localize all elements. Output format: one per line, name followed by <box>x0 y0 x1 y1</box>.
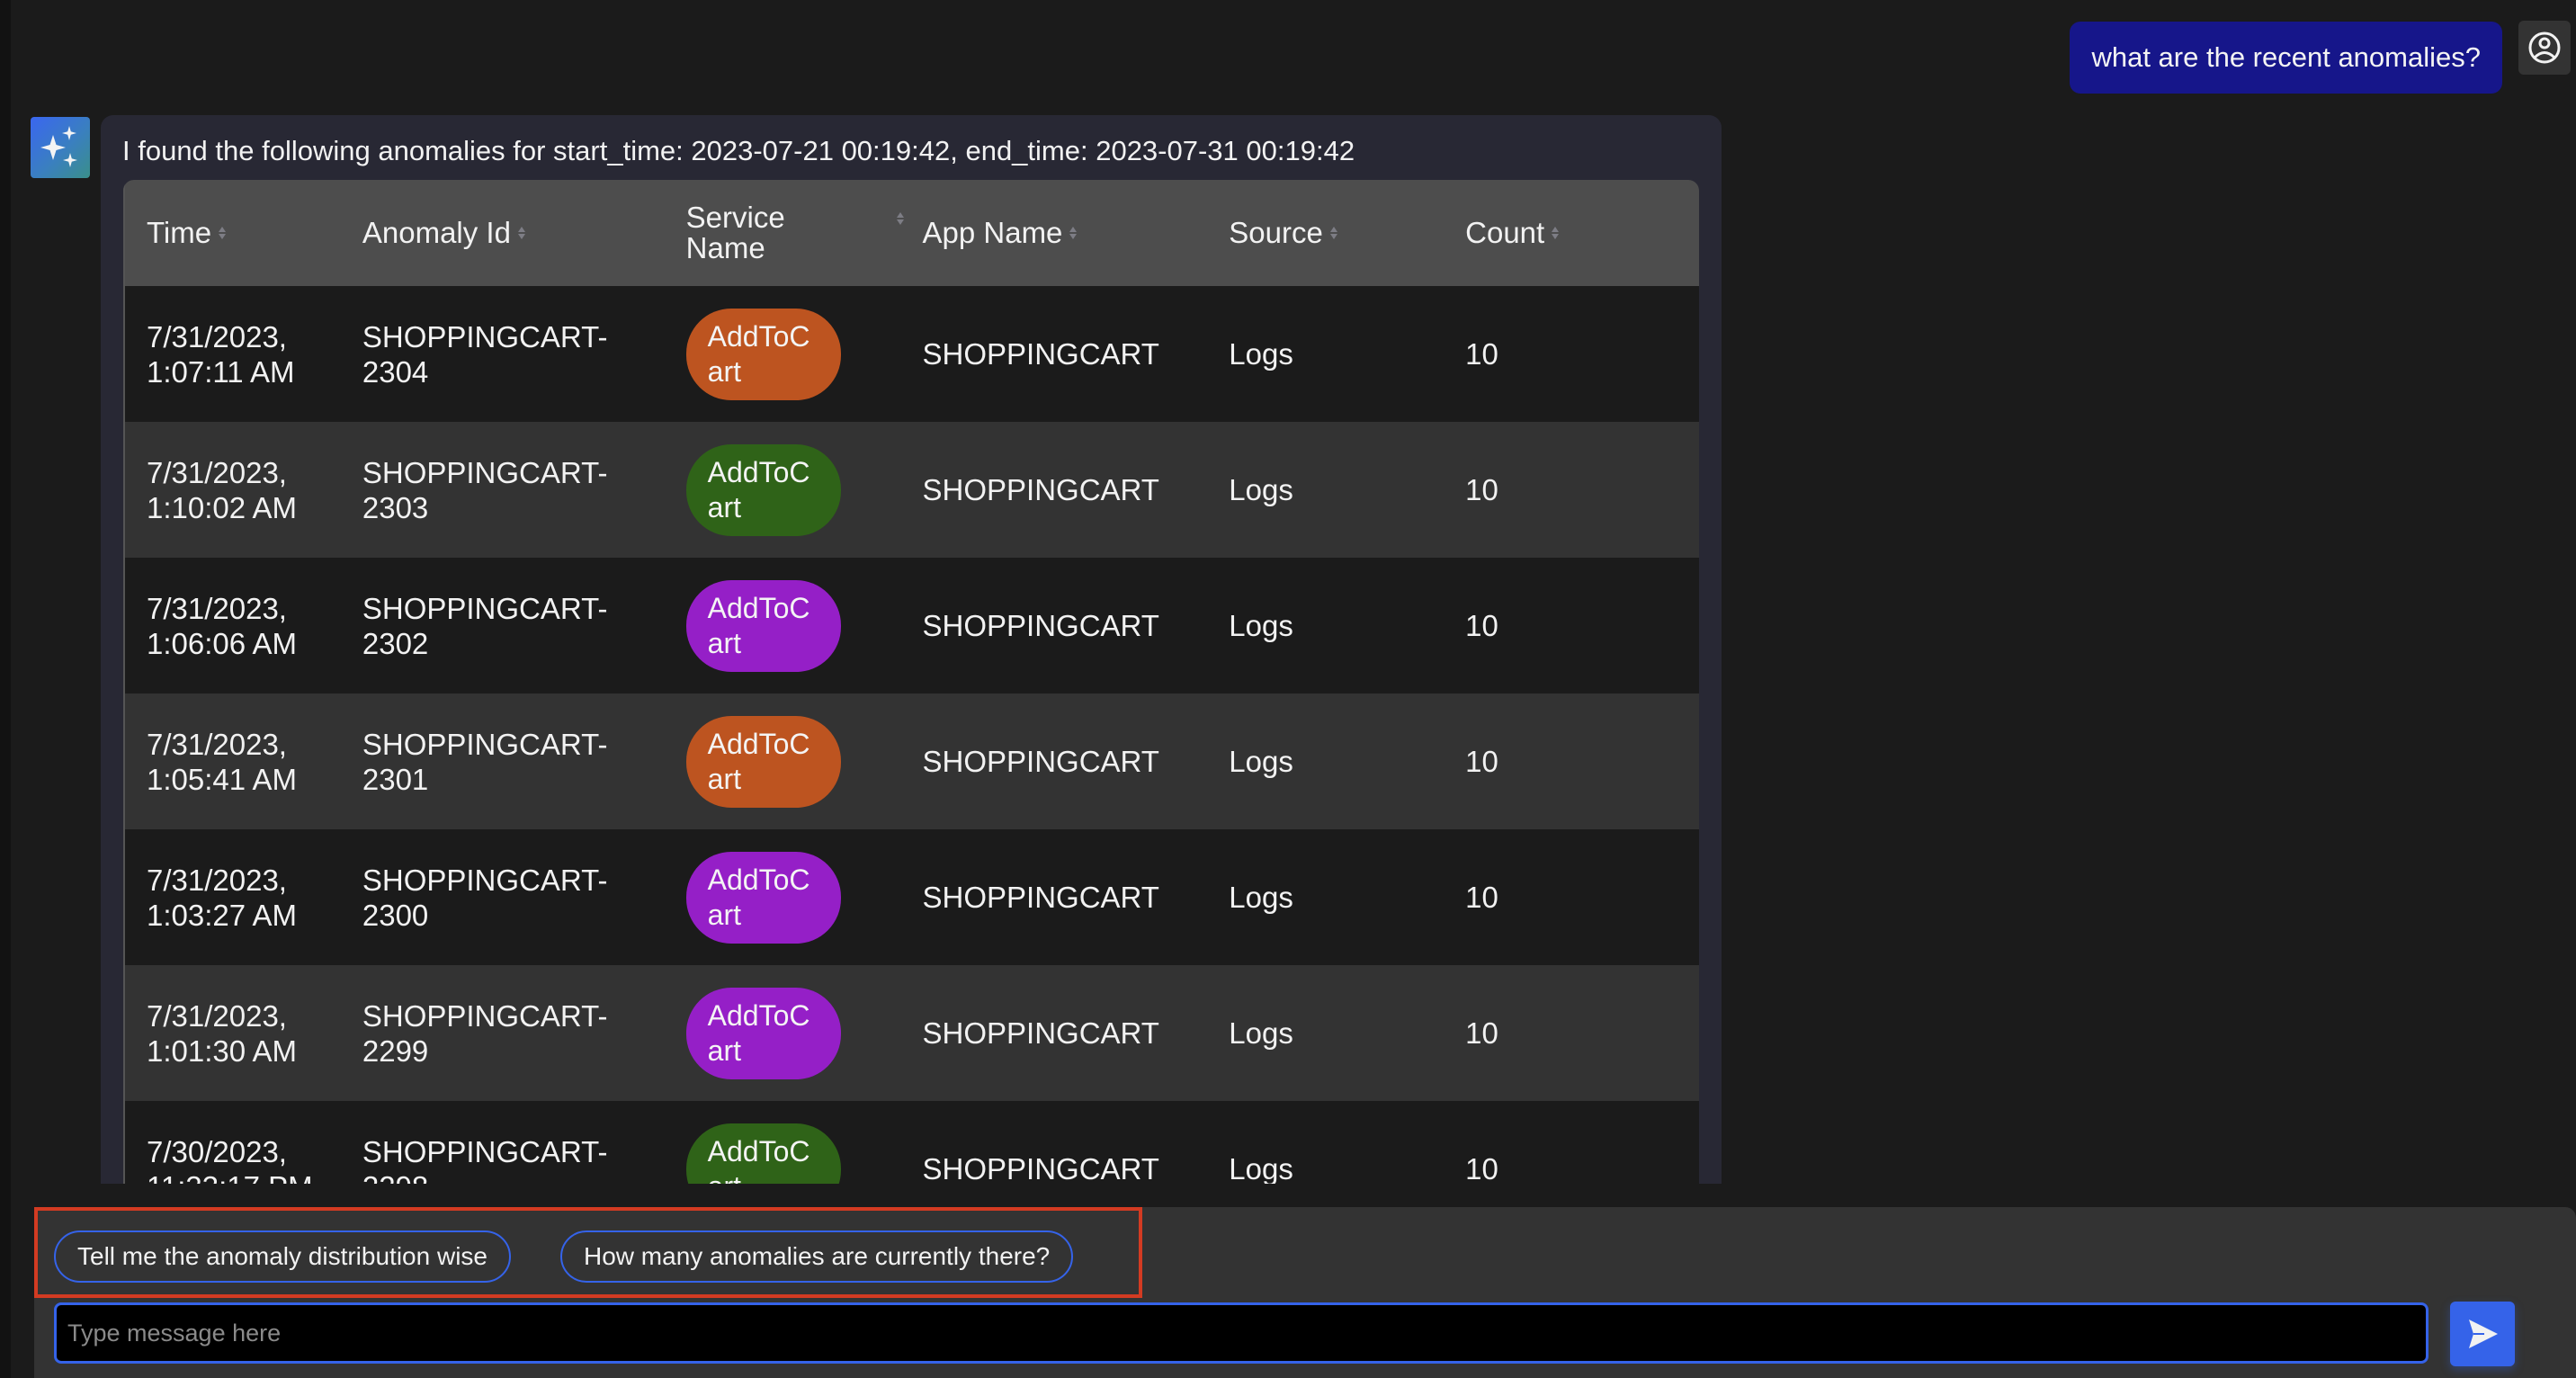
cell-anomaly-id: SHOPPINGCART- 2302 <box>362 591 608 660</box>
table-body: 7/31/2023, 1:07:11 AM SHOPPINGCART- 2304 Add… <box>123 286 1699 1184</box>
cell-count: 10 <box>1465 473 1498 506</box>
service-name-badge: AddToCart <box>685 987 841 1079</box>
sparkles-icon <box>40 126 77 167</box>
cell-app-name: SHOPPINGCART <box>922 745 1159 778</box>
cell-anomaly-id: SHOPPINGCART-2298 <box>362 1134 608 1185</box>
cell-time: 7/31/2023, 1:06:06 AM <box>147 591 297 660</box>
cell-service-name: AddToCart <box>685 579 923 672</box>
column-header-service-name[interactable]: Service Name <box>686 180 923 286</box>
cell-time: 7/31/2023, 1:10:02 AM <box>147 455 297 524</box>
cell-time: 7/30/2023,11:33:17 PM <box>147 1134 313 1185</box>
suggestion-chip[interactable]: Tell me the anomaly distribution wise <box>54 1230 511 1283</box>
cell-anomaly-id: SHOPPINGCART- 2303 <box>362 455 608 524</box>
assistant-message-bubble: I found the following anomalies for star… <box>101 115 1722 1184</box>
cell-count: 10 <box>1465 609 1498 642</box>
left-edge-strip <box>0 0 11 1378</box>
table-header: Time Anomaly Id Service Name App Name So… <box>123 180 1699 286</box>
service-name-badge: AddToCart <box>685 715 841 808</box>
cell-service-name: AddToCart <box>685 987 923 1079</box>
cell-source: Logs <box>1229 1016 1293 1050</box>
suggestion-chip[interactable]: How many anomalies are currently there? <box>560 1230 1074 1283</box>
service-name-badge: AddToCart <box>685 308 841 400</box>
cell-count: 10 <box>1465 881 1498 914</box>
cell-source: Logs <box>1229 337 1293 371</box>
assistant-avatar <box>31 117 90 178</box>
assistant-message-text: I found the following anomalies for star… <box>122 135 1355 166</box>
cell-app-name: SHOPPINGCART <box>922 337 1159 371</box>
cell-source: Logs <box>1229 1152 1293 1184</box>
cell-time: 7/31/2023, 1:01:30 AM <box>147 998 297 1068</box>
suggestions-highlight: Tell me the anomaly distribution wise Ho… <box>34 1207 1142 1298</box>
table-row[interactable]: 7/31/2023, 1:06:06 AM SHOPPINGCART- 2302 Add… <box>123 558 1699 693</box>
send-icon <box>2469 1320 2498 1348</box>
cell-app-name: SHOPPINGCART <box>922 473 1159 506</box>
cell-time: 7/31/2023, 1:07:11 AM <box>147 319 295 389</box>
column-header-count[interactable]: Count <box>1465 180 1699 286</box>
user-avatar-button[interactable] <box>2518 21 2571 75</box>
cell-source: Logs <box>1229 881 1293 914</box>
cell-count: 10 <box>1465 1016 1498 1050</box>
column-header-anomaly-id[interactable]: Anomaly Id <box>362 180 686 286</box>
sort-icon[interactable] <box>517 227 525 239</box>
composer-panel: Tell me the anomaly distribution wise Ho… <box>34 1207 2576 1378</box>
service-name-badge: AddToCart <box>685 579 841 672</box>
cell-app-name: SHOPPINGCART <box>922 1016 1159 1050</box>
service-name-badge: AddToCart <box>685 1123 841 1184</box>
column-header-app-name[interactable]: App Name <box>923 180 1230 286</box>
user-circle-icon <box>2528 31 2561 64</box>
sort-icon[interactable] <box>1329 227 1337 239</box>
anomalies-table: Time Anomaly Id Service Name App Name So… <box>123 180 1699 1184</box>
sort-icon[interactable] <box>896 212 904 225</box>
cell-anomaly-id: SHOPPINGCART- 2304 <box>362 319 608 389</box>
message-input[interactable] <box>54 1302 2428 1364</box>
table-row[interactable]: 7/31/2023, 1:07:11 AM SHOPPINGCART- 2304 Add… <box>123 286 1699 422</box>
sort-icon[interactable] <box>219 227 227 239</box>
cell-count: 10 <box>1465 745 1498 778</box>
cell-source: Logs <box>1229 473 1293 506</box>
cell-source: Logs <box>1229 609 1293 642</box>
table-row[interactable]: 7/31/2023, 1:10:02 AM SHOPPINGCART- 2303 Add… <box>123 422 1699 558</box>
column-header-time[interactable]: Time <box>125 180 362 286</box>
send-button[interactable] <box>2450 1302 2515 1366</box>
table-row[interactable]: 7/31/2023, 1:03:27 AM SHOPPINGCART- 2300 Add… <box>123 829 1699 965</box>
cell-service-name: AddToCart <box>685 308 923 400</box>
cell-app-name: SHOPPINGCART <box>922 1152 1159 1184</box>
user-message-bubble: what are the recent anomalies? <box>2070 22 2502 94</box>
cell-service-name: AddToCart <box>685 1123 923 1184</box>
sort-icon[interactable] <box>1552 227 1560 239</box>
cell-count: 10 <box>1465 1152 1498 1184</box>
cell-count: 10 <box>1465 337 1498 371</box>
cell-app-name: SHOPPINGCART <box>922 609 1159 642</box>
service-name-badge: AddToCart <box>685 443 841 536</box>
service-name-badge: AddToCart <box>685 851 841 944</box>
user-message-text: what are the recent anomalies? <box>2091 41 2481 73</box>
table-row[interactable]: 7/31/2023, 1:05:41 AM SHOPPINGCART- 2301 Add… <box>123 693 1699 829</box>
cell-source: Logs <box>1229 745 1293 778</box>
cell-anomaly-id: SHOPPINGCART- 2301 <box>362 727 608 796</box>
table-row[interactable]: 7/31/2023, 1:01:30 AM SHOPPINGCART- 2299 Add… <box>123 965 1699 1101</box>
cell-app-name: SHOPPINGCART <box>922 881 1159 914</box>
cell-time: 7/31/2023, 1:03:27 AM <box>147 863 297 932</box>
table-row[interactable]: 7/30/2023,11:33:17 PM SHOPPINGCART-2298 Ad… <box>123 1101 1699 1184</box>
cell-anomaly-id: SHOPPINGCART- 2300 <box>362 863 608 932</box>
cell-service-name: AddToCart <box>685 851 923 944</box>
cell-service-name: AddToCart <box>685 715 923 808</box>
cell-time: 7/31/2023, 1:05:41 AM <box>147 727 297 796</box>
cell-anomaly-id: SHOPPINGCART- 2299 <box>362 998 608 1068</box>
column-header-source[interactable]: Source <box>1229 180 1465 286</box>
cell-service-name: AddToCart <box>685 443 923 536</box>
sort-icon[interactable] <box>1069 227 1078 239</box>
